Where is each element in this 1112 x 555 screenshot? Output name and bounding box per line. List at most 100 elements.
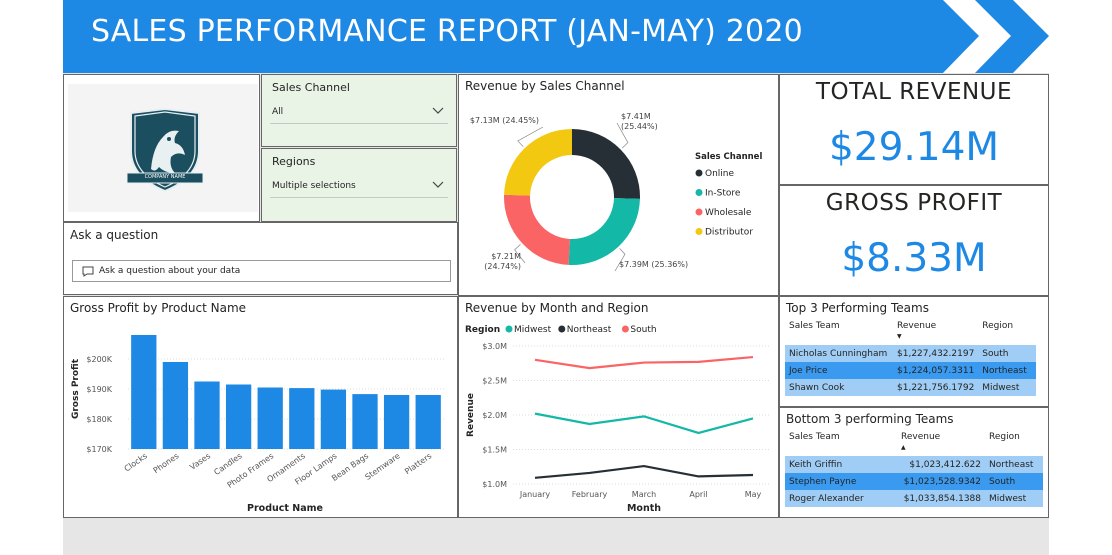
- legend-title: Sales Channel: [695, 152, 762, 162]
- data-label-pct: (24.74%): [484, 262, 521, 271]
- bar-photo-frames: [257, 387, 283, 449]
- slicer-label: Sales Channel: [272, 81, 350, 94]
- sales-channel-slicer: Sales Channel All: [261, 74, 457, 147]
- revenue-cell: $1,023,528.9342: [897, 473, 985, 490]
- table-row[interactable]: Nicholas Cunningham $1,227,432.2197 South: [785, 345, 1037, 362]
- column-header[interactable]: Region: [978, 321, 1036, 345]
- region-cell: South: [985, 473, 1043, 490]
- bar-candles: [225, 384, 252, 449]
- series-line-midwest: [534, 412, 754, 435]
- column-header-label: Revenue: [897, 321, 937, 331]
- donut-slice-distributor: [504, 129, 572, 196]
- legend-item: South: [630, 325, 656, 335]
- chart-title: Revenue by Month and Region: [465, 301, 649, 315]
- y-axis-title: Revenue: [466, 393, 476, 437]
- team-name-cell: Nicholas Cunningham: [785, 345, 893, 362]
- sort-asc-icon: ▲: [901, 444, 906, 451]
- revenue-cell: $1,224,057.3311: [893, 362, 979, 379]
- column-header[interactable]: Revenue ▲: [897, 432, 985, 456]
- data-label-pct: (25.44%): [621, 122, 658, 131]
- bottom-teams-card: Bottom 3 performing Teams Sales Team Rev…: [779, 407, 1049, 518]
- top-teams-table: Sales Team Revenue ▼ Region Nicholas Cunn…: [785, 321, 1037, 396]
- series-line-south: [534, 355, 754, 370]
- data-label-value: $7.13M (24.45%): [470, 116, 539, 125]
- regions-dropdown[interactable]: Multiple selections: [270, 175, 448, 198]
- dropdown-value: All: [272, 107, 284, 117]
- legend-item: Midwest: [514, 325, 552, 335]
- column-header[interactable]: Sales Team: [785, 432, 897, 456]
- x-tick-label: Phones: [152, 451, 181, 475]
- gross-profit-by-product-card: Gross Profit by Product Name $170K $180K $…: [63, 296, 458, 518]
- logo-text: COMPANY NAME: [144, 174, 186, 180]
- team-name-cell: Keith Griffin: [785, 456, 897, 473]
- column-header[interactable]: Region: [985, 432, 1043, 456]
- revenue-cell: $1,227,432.2197: [893, 345, 979, 362]
- legend-marker: [695, 169, 703, 177]
- x-tick-label: February: [572, 490, 608, 499]
- qa-placeholder: Ask a question about your data: [99, 266, 241, 276]
- column-header[interactable]: Revenue ▼: [893, 321, 978, 345]
- team-name-cell: Shawn Cook: [785, 379, 893, 396]
- legend-item: Online: [705, 169, 734, 179]
- column-header[interactable]: Sales Team: [785, 321, 893, 345]
- total-revenue-card: TOTAL REVENUE $29.14M: [779, 74, 1049, 185]
- legend-marker: [695, 228, 703, 235]
- table-row[interactable]: Stephen Payne $1,023,528.9342 South: [785, 473, 1043, 490]
- revenue-cell: $1,023,412.622: [897, 456, 985, 473]
- revenue-cell: $1,033,854.1388: [897, 490, 985, 507]
- legend-marker: [505, 325, 513, 333]
- bar-chart: $170K$180K$190K$200KClocks Phones Vases Can…: [71, 335, 444, 514]
- qa-input[interactable]: Ask a question about your data: [72, 260, 451, 282]
- y-tick-label: $2.0M: [482, 411, 507, 420]
- revenue-cell: $1,221,756.1792: [893, 379, 979, 396]
- dropdown-value: Multiple selections: [272, 181, 356, 191]
- chart-title: Revenue by Sales Channel: [465, 79, 625, 93]
- bar-ornaments: [289, 388, 315, 449]
- y-tick-label: $2.5M: [482, 377, 507, 386]
- sales-channel-dropdown[interactable]: All: [270, 101, 448, 124]
- line-chart: Region Midwest Northeast South $1.0M $1.5M $2.…: [465, 325, 769, 514]
- bar-floor-lamps: [320, 389, 347, 449]
- y-tick-label: $1.0M: [482, 480, 507, 489]
- region-cell: South: [978, 345, 1037, 362]
- legend-item: In-Store: [705, 189, 741, 199]
- revenue-by-month-card: Revenue by Month and Region Region Midwes…: [458, 296, 779, 518]
- donut-slice-in-store: [568, 198, 640, 265]
- team-name-cell: Joe Price: [785, 362, 893, 379]
- page-title: SALES PERFORMANCE REPORT (JAN-MAY) 2020: [91, 14, 803, 49]
- team-name-cell: Stephen Payne: [785, 473, 897, 490]
- region-cell: Midwest: [985, 490, 1043, 507]
- x-axis-title: Product Name: [247, 503, 323, 514]
- chevron-down-icon: [432, 107, 444, 114]
- y-tick-label: $180K: [86, 415, 112, 424]
- legend-marker: [558, 325, 566, 333]
- table-header: Sales Team Revenue ▼ Region: [785, 321, 1036, 345]
- x-tick-label: May: [745, 490, 762, 499]
- x-tick-label: Vases: [188, 451, 212, 472]
- bar-platters: [415, 395, 441, 449]
- y-tick-label: $190K: [86, 385, 112, 394]
- regions-slicer: Regions Multiple selections: [261, 148, 457, 222]
- qa-card: Ask a question Ask a question about your…: [63, 222, 458, 295]
- top-teams-card: Top 3 Performing Teams Sales Team Revenu…: [779, 296, 1049, 407]
- team-name-cell: Roger Alexander: [785, 490, 897, 507]
- gross-profit-card: GROSS PROFIT $8.33M: [779, 185, 1049, 296]
- y-tick-label: $3.0M: [482, 342, 507, 351]
- bar-vases: [194, 381, 220, 449]
- table-row[interactable]: Joe Price $1,224,057.3311 Northeast: [785, 362, 1037, 379]
- logo-card: COMPANY NAME: [63, 74, 260, 222]
- legend-marker: [695, 208, 703, 216]
- y-tick-label: $200K: [86, 355, 112, 364]
- table-row[interactable]: Keith Griffin $1,023,412.622 Northeast: [785, 456, 1043, 473]
- chevron-down-icon: [432, 181, 444, 188]
- legend-item: Wholesale: [705, 208, 752, 218]
- donut-slice-online: [572, 129, 640, 199]
- bar-phones: [162, 362, 189, 449]
- legend-item: Distributor: [705, 228, 753, 238]
- table-row[interactable]: Shawn Cook $1,221,756.1792 Midwest: [785, 379, 1037, 396]
- table-row[interactable]: Roger Alexander $1,033,854.1388 Midwest: [785, 490, 1043, 507]
- legend-title: Region: [465, 325, 500, 335]
- kpi-label: GROSS PROFIT: [825, 190, 1003, 216]
- slicer-label: Regions: [272, 155, 316, 168]
- bar-stemware: [383, 395, 410, 449]
